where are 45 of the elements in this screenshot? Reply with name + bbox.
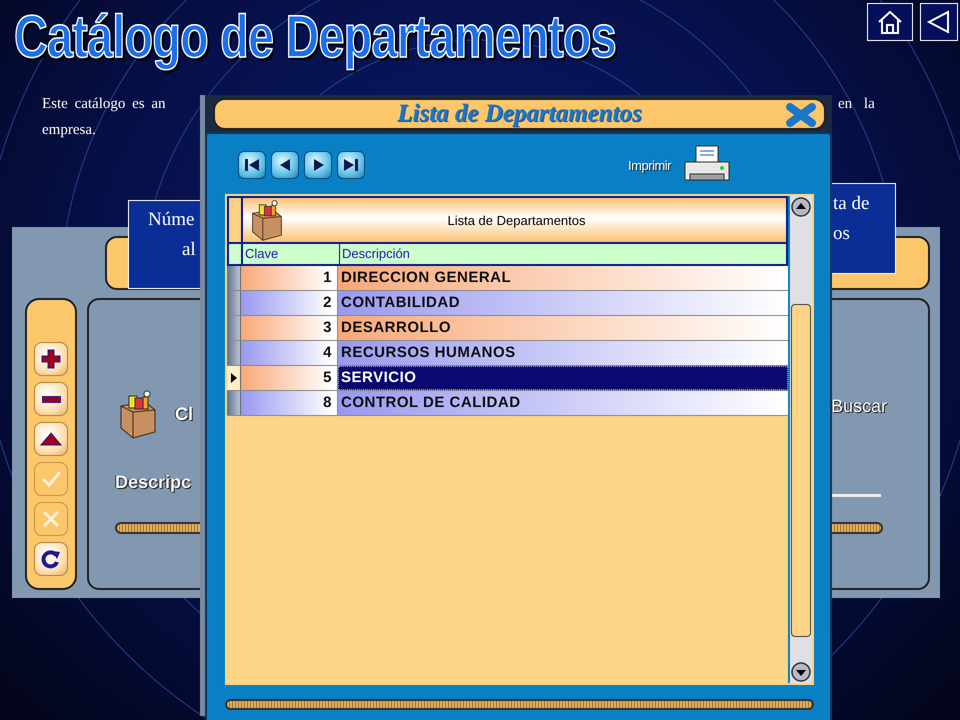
scroll-down-icon xyxy=(791,662,811,682)
intro-text: Este catálogo es an xyxy=(42,96,166,113)
print-button[interactable]: Imprimir xyxy=(628,158,677,172)
intro-text: empresa. xyxy=(42,122,96,139)
home-icon xyxy=(876,9,904,35)
last-record-button[interactable] xyxy=(337,151,365,179)
callout-text: os xyxy=(833,222,851,246)
grid-caption: Lista de Departamentos xyxy=(446,212,587,228)
search-label: Buscar xyxy=(831,396,888,417)
back-icon xyxy=(926,9,952,35)
callout-text: ta de xyxy=(833,192,870,216)
row-selector[interactable] xyxy=(227,366,241,390)
minus-icon xyxy=(42,396,60,402)
table-cell: SERVICIO xyxy=(338,366,788,390)
up-button[interactable] xyxy=(34,422,68,456)
scroll-up-icon xyxy=(791,197,811,217)
home-button[interactable] xyxy=(867,3,913,41)
callout-text: Núme xyxy=(148,208,196,232)
previous-record-button[interactable] xyxy=(271,151,299,179)
dialog-title: Lista de Departamentos xyxy=(397,100,642,128)
field-label: Descripc xyxy=(115,472,192,493)
back-button[interactable] xyxy=(920,3,958,41)
intro-text: en la xyxy=(838,96,875,113)
table-cell: 1 xyxy=(241,266,338,290)
table-cell: 2 xyxy=(241,291,338,315)
column-header[interactable]: Descripción xyxy=(340,244,786,264)
first-record-button[interactable] xyxy=(238,151,266,179)
table-cell: 3 xyxy=(241,316,338,340)
column-header[interactable]: Clave xyxy=(243,244,340,264)
row-pointer-icon xyxy=(230,373,236,383)
remove-button[interactable] xyxy=(34,382,68,416)
refresh-button[interactable] xyxy=(34,542,68,576)
next-record-button[interactable] xyxy=(304,151,332,179)
add-button[interactable] xyxy=(34,342,68,376)
slide-title: Catálogo de Departamentos xyxy=(14,2,616,71)
callout-text: al xyxy=(181,238,197,262)
table-cell: 8 xyxy=(241,391,338,415)
input-line xyxy=(829,494,881,497)
scrollbar[interactable] xyxy=(790,196,812,683)
scrollbar-thumb[interactable] xyxy=(791,304,811,637)
field-label: Cl xyxy=(175,404,193,425)
table-cell: 5 xyxy=(241,366,338,390)
close-button[interactable] xyxy=(784,101,818,129)
close-icon xyxy=(784,101,818,129)
table-cell: 4 xyxy=(241,341,338,365)
